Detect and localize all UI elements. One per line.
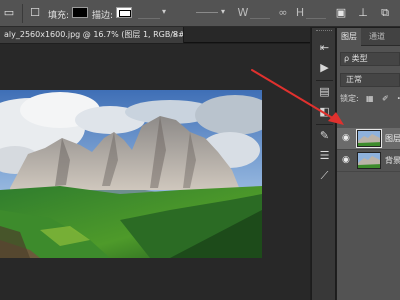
strip-grip[interactable] [316, 30, 332, 32]
play-icon[interactable]: ▶ [316, 60, 333, 76]
height-label-icon: H [295, 6, 305, 19]
path-alignment-icon[interactable]: ⊥ [356, 6, 370, 19]
layer-row[interactable]: ◉ 图层 [337, 128, 400, 150]
layer-thumbnail [356, 129, 382, 148]
info-icon[interactable]: ▤ [316, 84, 333, 100]
panel-icon-strip: ⇤ ▶ ▤ ◧ ✎ ☰ ⟋ [311, 28, 336, 300]
lock-transparency-icon[interactable]: ▦ [365, 94, 374, 103]
shape-mode-icon[interactable]: ▭ [2, 6, 16, 19]
options-bar: ▭ ☐ 填充: 描边: ▾ ▾ W ∞ H ▣ ⊥ ⧉ [0, 0, 400, 27]
stroke-width-dropdown-icon[interactable]: ▾ [162, 7, 166, 16]
blend-mode-select[interactable]: 正常 [340, 73, 400, 87]
history-icon[interactable]: ⇤ [316, 40, 333, 56]
lock-position-icon[interactable]: ✣ [396, 94, 400, 103]
layer-name[interactable]: 图层 [385, 133, 400, 145]
width-label-icon: W [237, 6, 249, 19]
layer-name[interactable]: 背景 [385, 155, 400, 167]
path-ops-icon[interactable]: ☐ [28, 6, 42, 19]
strip-separator [316, 124, 333, 125]
eye-icon[interactable]: ◉ [342, 156, 352, 165]
path-arrangement-icon[interactable]: ⧉ [378, 6, 392, 19]
layer-row[interactable]: ◉ 背景 [337, 150, 400, 172]
link-icon[interactable]: ∞ [276, 6, 290, 19]
width-field[interactable] [250, 7, 270, 19]
lock-label: 锁定: [340, 94, 359, 103]
path-operations-icon[interactable]: ▣ [334, 6, 348, 19]
layer-kind-filter[interactable]: ρ 类型 [340, 52, 400, 66]
layer-thumbnail [357, 152, 381, 169]
canvas-image [0, 90, 262, 258]
stroke-color-swatch[interactable] [116, 7, 132, 18]
fill-color-swatch[interactable] [72, 7, 88, 18]
stroke-label: 描边: [92, 11, 114, 21]
clone-icon[interactable]: ⟋ [316, 168, 333, 184]
adjust-icon[interactable]: ☰ [316, 148, 333, 164]
height-field[interactable] [306, 7, 326, 19]
eye-icon[interactable]: ◉ [342, 134, 352, 143]
canvas-area[interactable] [0, 44, 310, 300]
brush-icon[interactable]: ✎ [316, 128, 333, 144]
layers-panel: 图层 通道 ρ 类型 正常 锁定: ▦ ✐ ✣ ▣ ◉ 图层 ◉ 背景 [337, 28, 400, 300]
stroke-type-preview[interactable] [196, 12, 218, 13]
stroke-type-dropdown-icon[interactable]: ▾ [221, 7, 225, 16]
fill-label: 填充: [48, 11, 70, 21]
lock-pixels-icon[interactable]: ✐ [381, 94, 390, 103]
tab-layers[interactable]: 图层 [337, 28, 361, 46]
tab-channels[interactable]: 通道 [365, 28, 389, 46]
close-icon[interactable]: × [171, 27, 179, 43]
options-separator [22, 4, 23, 23]
stroke-width-field[interactable] [138, 7, 160, 19]
document-tab-title: aly_2560x1600.jpg @ 16.7% (图层 1, RGB/8#)… [4, 30, 184, 39]
panel-tabs: 图层 通道 [337, 28, 400, 46]
properties-icon[interactable]: ◧ [316, 104, 333, 120]
document-tab[interactable]: aly_2560x1600.jpg @ 16.7% (图层 1, RGB/8#)… [0, 27, 184, 43]
document-tab-bar: aly_2560x1600.jpg @ 16.7% (图层 1, RGB/8#)… [0, 27, 310, 43]
lock-row: 锁定: ▦ ✐ ✣ ▣ [340, 92, 400, 106]
strip-separator [316, 80, 333, 81]
